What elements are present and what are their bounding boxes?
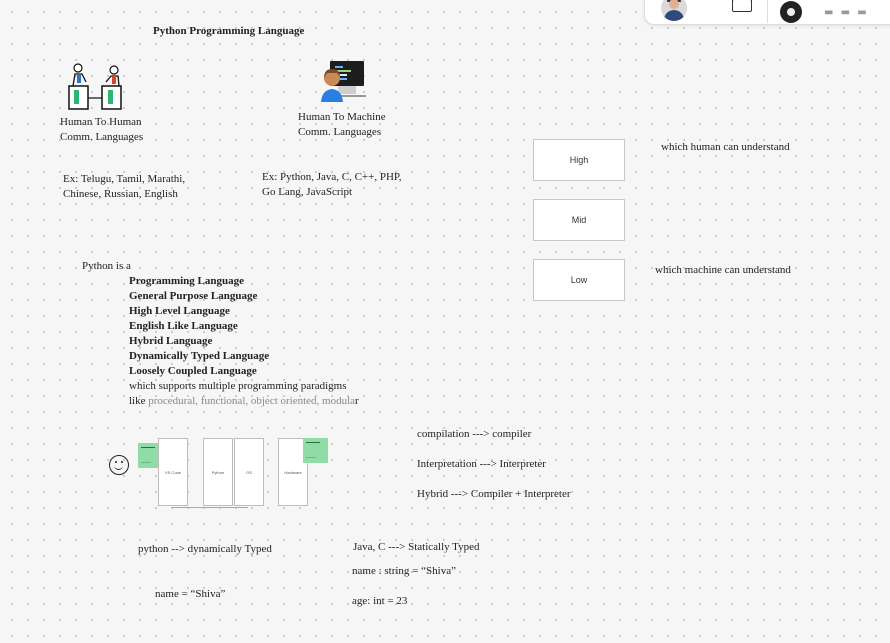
card-vscode[interactable]: VS Code [158, 438, 188, 506]
user-avatar[interactable] [661, 0, 687, 21]
feature-item: Loosely Coupled Language [129, 365, 257, 377]
card-os[interactable]: OS [234, 438, 264, 506]
java-static-note: Java, C ---> Statically Typed [353, 541, 480, 553]
low-level-note: which machine can understand [655, 264, 791, 276]
python-dynamic-note: python --> dynamically Typed [138, 543, 272, 555]
compilation-note: compilation ---> compiler [417, 428, 532, 440]
paradigm-suffix: r [355, 395, 359, 407]
interpretation-note: Interpretation ---> Interpreter [417, 458, 546, 470]
paradigm-line2: like procedural, functional, object orie… [129, 394, 359, 409]
hybrid-note: Hybrid ---> Compiler + Interpreter [417, 488, 571, 500]
page-title: Python Programming Language [153, 25, 305, 37]
cards-connector [172, 505, 248, 508]
level-box-mid[interactable]: Mid [533, 199, 625, 241]
top-toolbar: ▬ ▬ ▬ [644, 0, 890, 25]
people-talking-icon [68, 63, 122, 110]
feature-item: High Level Language [129, 305, 230, 317]
paradigm-list: procedural, functional, object oriented,… [148, 395, 356, 407]
paradigm-line1: which supports multiple programming para… [129, 380, 347, 392]
machine-languages-examples-line2: Go Lang, JavaScript [262, 186, 353, 198]
sticky-note[interactable] [303, 438, 328, 463]
level-box-high[interactable]: High [533, 139, 625, 181]
level-box-low[interactable]: Low [533, 259, 625, 301]
more-icon[interactable]: ▬ ▬ ▬ [824, 7, 869, 18]
collaborator-avatar[interactable] [780, 1, 802, 23]
feature-item: General Purpose Language [129, 290, 258, 302]
human-to-human-line2: Comm. Languages [60, 131, 144, 143]
feature-item: English Like Language [129, 320, 238, 332]
present-icon[interactable] [732, 0, 752, 12]
feature-item: Dynamically Typed Language [129, 350, 270, 362]
human-to-human-line1: Human To Human [60, 116, 142, 128]
card-python[interactable]: Python [203, 438, 233, 506]
high-level-note: which human can understand [661, 141, 790, 153]
human-languages-examples-line1: Ex: Telugu, Tamil, Marathi, [63, 173, 186, 185]
feature-item: Hybrid Language [129, 335, 213, 347]
python-is-intro: Python is a [82, 260, 131, 272]
java-example-age: age: int = 23 [352, 595, 408, 607]
machine-languages-examples-line1: Ex: Python, Java, C, C++, PHP, [262, 171, 402, 183]
feature-item: Programming Language [129, 275, 244, 287]
smiley-icon [109, 455, 129, 475]
paradigm-prefix: like [129, 395, 149, 407]
collaborators-group[interactable]: ▬ ▬ ▬ [767, 0, 890, 23]
human-to-machine-line2: Comm. Languages [298, 126, 382, 138]
python-example: name = “Shiva” [155, 588, 226, 600]
human-to-machine-line1: Human To Machine [298, 111, 386, 123]
java-example-name: name : string = “Shiva” [352, 565, 456, 577]
developer-computer-icon [321, 61, 366, 102]
human-languages-examples-line2: Chinese, Russian, English [63, 188, 178, 200]
